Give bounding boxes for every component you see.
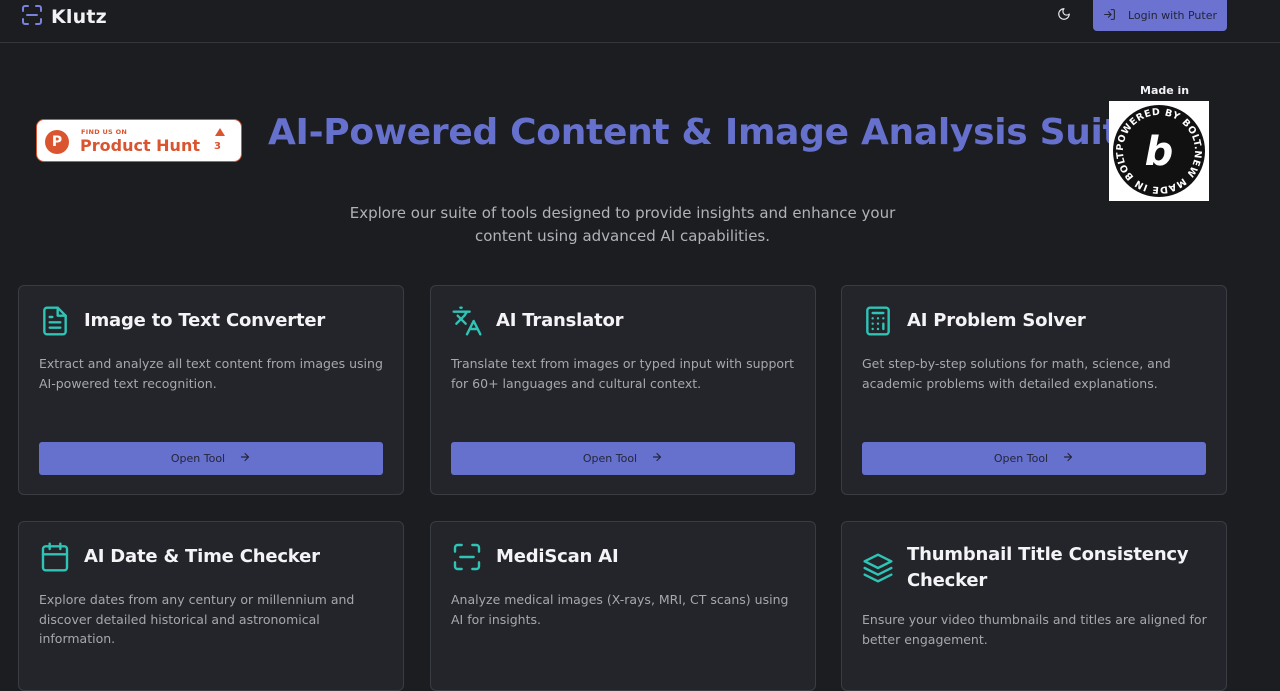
tool-card-mediscan-ai: MediScan AI Analyze medical images (X-ra… bbox=[430, 521, 816, 691]
scan-icon bbox=[20, 3, 44, 31]
open-tool-label: Open Tool bbox=[582, 452, 638, 465]
translate-icon bbox=[451, 305, 483, 337]
tool-card-ai-translator: AI Translator Translate text from images… bbox=[430, 285, 816, 495]
made-in-label: Made in bbox=[1140, 84, 1190, 97]
product-hunt-badge[interactable]: P FIND US ON Product Hunt 3 bbox=[36, 119, 242, 162]
brand-link[interactable]: Klutz bbox=[20, 3, 107, 31]
card-description: Explore dates from any century or millen… bbox=[39, 592, 355, 646]
svg-text:b: b bbox=[1145, 129, 1174, 175]
tool-card-thumbnail-title-checker: Thumbnail Title Consistency Checker Ensu… bbox=[841, 521, 1227, 691]
document-icon bbox=[39, 305, 71, 337]
hero-subtitle: Explore our suite of tools designed to p… bbox=[349, 204, 896, 245]
hero-title: AI-Powered Content & Image Analysis Suit… bbox=[268, 112, 1144, 153]
calculator-icon bbox=[862, 305, 894, 337]
tool-card-ai-date-time-checker: AI Date & Time Checker Explore dates fro… bbox=[18, 521, 404, 691]
arrow-right-icon bbox=[1062, 451, 1074, 466]
card-description: Get step-by-step solutions for math, sci… bbox=[862, 356, 1171, 391]
moon-icon bbox=[1057, 6, 1071, 25]
arrow-right-icon bbox=[651, 451, 663, 466]
open-tool-button[interactable]: Open Tool bbox=[862, 442, 1206, 475]
tool-card-ai-problem-solver: AI Problem Solver Get step-by-step solut… bbox=[841, 285, 1227, 495]
card-title: AI Translator bbox=[496, 310, 624, 331]
bolt-badge[interactable]: POWERED BY BOLT.NEW MADE IN BOLT.NEW b bbox=[1103, 93, 1209, 201]
product-hunt-name: Product Hunt bbox=[80, 136, 200, 155]
card-description: Translate text from images or typed inpu… bbox=[451, 356, 795, 391]
upvote-arrow-icon bbox=[215, 128, 225, 136]
card-description: Analyze medical images (X-rays, MRI, CT … bbox=[451, 592, 789, 627]
calendar-icon bbox=[39, 541, 71, 573]
login-label: Login with Puter bbox=[1127, 9, 1218, 22]
card-description: Ensure your video thumbnails and titles … bbox=[862, 612, 1207, 647]
login-button[interactable]: Login with Puter bbox=[1093, 0, 1227, 31]
card-title: AI Date & Time Checker bbox=[84, 546, 320, 567]
top-navbar: Klutz Login with Puter bbox=[0, 0, 1280, 43]
open-tool-button[interactable]: Open Tool bbox=[451, 442, 795, 475]
open-tool-label: Open Tool bbox=[170, 452, 226, 465]
product-hunt-top-text: FIND US ON bbox=[81, 128, 128, 136]
open-tool-button[interactable]: Open Tool bbox=[39, 442, 383, 475]
product-hunt-logo: P bbox=[45, 130, 69, 154]
brand-name: Klutz bbox=[51, 6, 107, 28]
login-icon bbox=[1103, 8, 1116, 24]
card-title: AI Problem Solver bbox=[907, 310, 1086, 331]
scan-icon bbox=[451, 541, 483, 573]
card-description: Extract and analyze all text content fro… bbox=[39, 356, 383, 391]
open-tool-label: Open Tool bbox=[993, 452, 1049, 465]
upvote-count: 3 bbox=[214, 141, 221, 152]
theme-toggle-button[interactable] bbox=[1054, 5, 1074, 25]
arrow-right-icon bbox=[239, 451, 251, 466]
tool-card-image-to-text: Image to Text Converter Extract and anal… bbox=[18, 285, 404, 495]
card-title: Image to Text Converter bbox=[84, 310, 326, 331]
card-title: Thumbnail Title Consistency Checker bbox=[907, 544, 1189, 591]
card-title: MediScan AI bbox=[496, 546, 619, 567]
layers-icon bbox=[862, 552, 894, 584]
